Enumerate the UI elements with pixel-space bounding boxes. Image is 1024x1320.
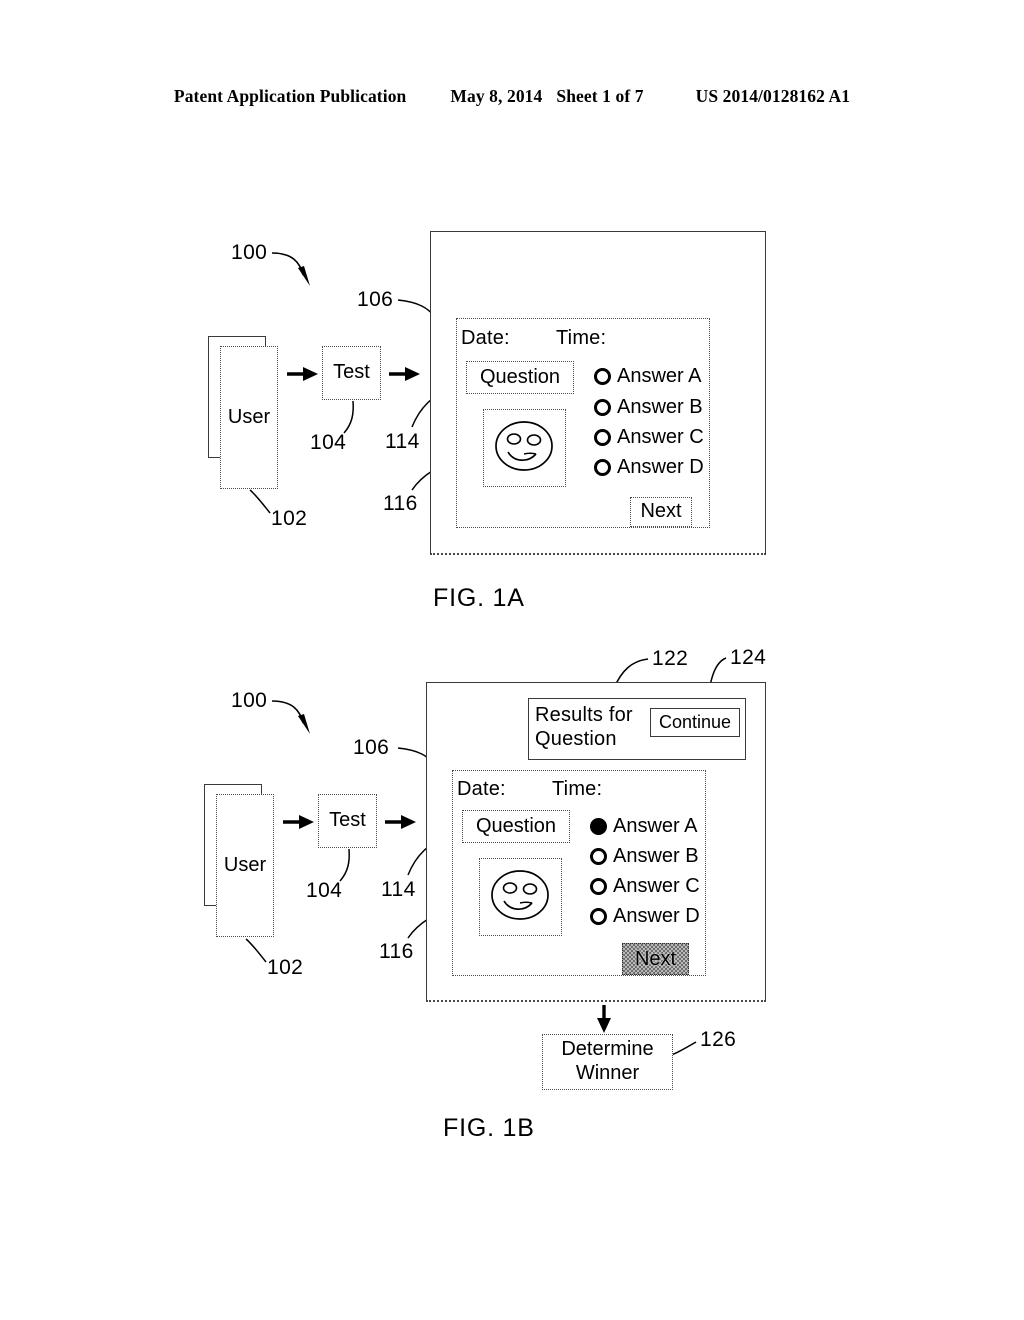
radio-answer-b[interactable]: [590, 848, 607, 865]
user-label: User: [227, 405, 271, 428]
answer-a-label[interactable]: Answer A: [617, 365, 701, 388]
user-label: User: [223, 853, 267, 876]
test-label: Test: [329, 809, 366, 832]
determine-winner-line1: Determine: [561, 1038, 654, 1061]
ref-122: 122: [652, 647, 689, 670]
ref-100: 100: [231, 241, 268, 264]
date-label: Date:: [461, 327, 510, 349]
answer-c-label[interactable]: Answer C: [613, 875, 700, 898]
figure-1a: 100 106 108 110 112 118 120 104 114 116 …: [0, 0, 1024, 620]
ref-126: 126: [700, 1028, 737, 1051]
test-label: Test: [333, 361, 370, 384]
ref-102: 102: [267, 956, 304, 979]
radio-answer-a[interactable]: [594, 368, 611, 385]
question-label: Question: [479, 365, 561, 388]
question-image-box: [479, 858, 562, 936]
answer-b-label[interactable]: Answer B: [613, 845, 699, 868]
ref-116: 116: [379, 940, 414, 963]
ref-114: 114: [385, 430, 420, 453]
question-label: Question: [475, 814, 557, 837]
ref-104: 104: [306, 879, 343, 902]
ref-106: 106: [353, 736, 390, 759]
figure-1b-caption: FIG. 1B: [443, 1114, 535, 1142]
time-label: Time:: [552, 778, 603, 800]
ref-102: 102: [271, 507, 308, 530]
figure-1b: 100 106 108 122 124 110 112 118 120 104 …: [0, 630, 1024, 1150]
ref-114: 114: [381, 878, 416, 901]
answer-c-label[interactable]: Answer C: [617, 426, 704, 449]
radio-answer-c[interactable]: [594, 429, 611, 446]
ref-100: 100: [231, 689, 268, 712]
answer-b-label[interactable]: Answer B: [617, 396, 703, 419]
determine-winner-label: Determine Winner: [542, 1034, 673, 1090]
next-button[interactable]: Next: [622, 943, 689, 975]
radio-answer-d[interactable]: [590, 908, 607, 925]
date-label: Date:: [457, 778, 506, 800]
determine-winner-line2: Winner: [575, 1062, 640, 1084]
ref-116: 116: [383, 492, 418, 515]
next-button-label: Next: [640, 500, 682, 523]
radio-answer-c[interactable]: [590, 878, 607, 895]
results-label-line2: Question: [535, 728, 617, 750]
radio-answer-b[interactable]: [594, 399, 611, 416]
next-button-label: Next: [634, 947, 677, 970]
ref-104: 104: [310, 431, 347, 454]
radio-answer-a[interactable]: [590, 818, 607, 835]
answer-d-label[interactable]: Answer D: [613, 905, 700, 928]
question-image-box: [483, 409, 566, 487]
ref-106: 106: [357, 288, 394, 311]
answer-d-label[interactable]: Answer D: [617, 456, 704, 479]
ref-124: 124: [730, 646, 767, 669]
figure-1a-caption: FIG. 1A: [433, 584, 525, 612]
radio-answer-d[interactable]: [594, 459, 611, 476]
results-label-line1: Results for: [535, 704, 633, 726]
continue-button-label: Continue: [658, 711, 732, 732]
answer-a-label[interactable]: Answer A: [613, 815, 697, 838]
time-label: Time:: [556, 327, 607, 349]
